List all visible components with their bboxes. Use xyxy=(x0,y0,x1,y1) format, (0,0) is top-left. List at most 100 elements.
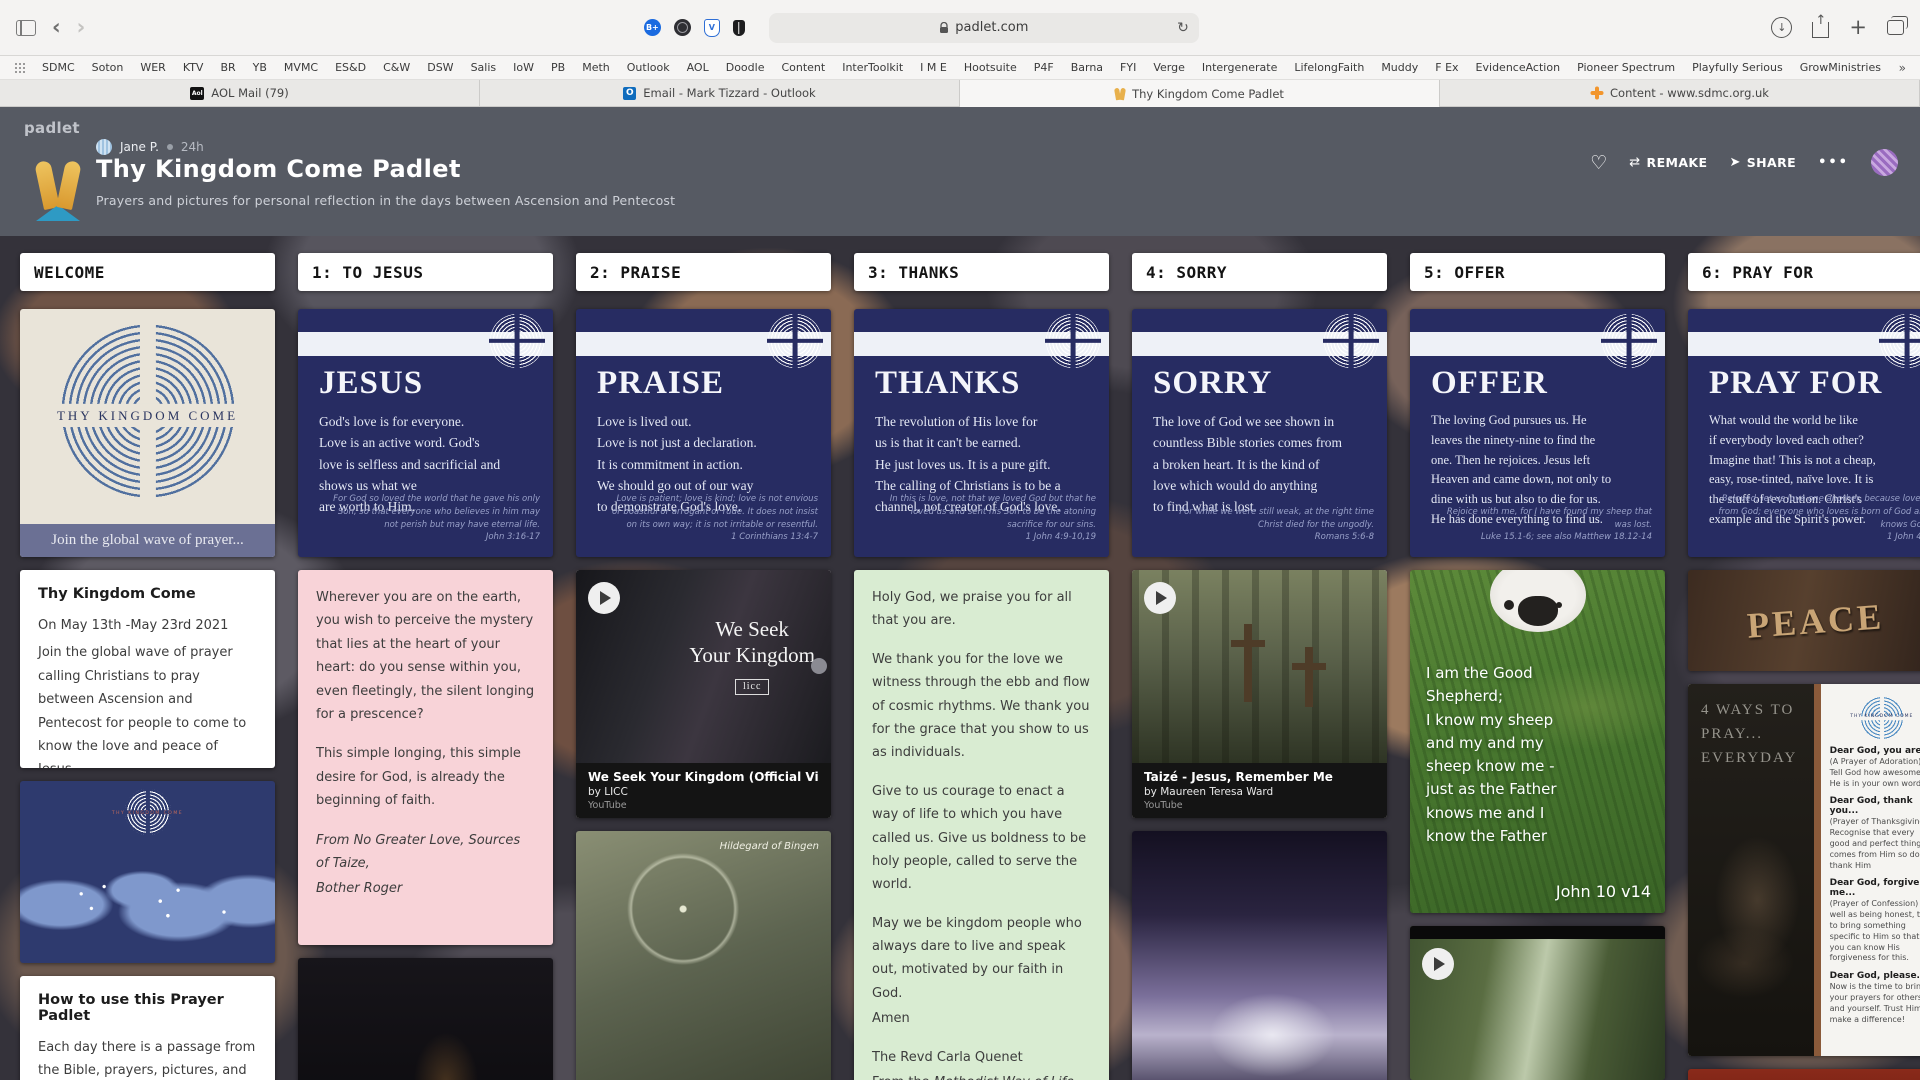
quote-source: Bother Roger xyxy=(316,877,535,900)
bookmark-item[interactable]: C&W xyxy=(383,61,410,74)
tab-overview-icon[interactable] xyxy=(1887,20,1904,35)
bookmark-item[interactable]: PB xyxy=(551,61,565,74)
tab-content-sdmc[interactable]: Content - www.sdmc.org.uk xyxy=(1440,80,1920,107)
scripture-quote: Beloved, let us love one another, becaus… xyxy=(1718,493,1920,544)
taize-video-card[interactable]: Taizé - Jesus, Remember Me by Maureen Te… xyxy=(1132,570,1387,818)
bookmark-item[interactable]: P4F xyxy=(1034,61,1054,74)
play-button-icon[interactable] xyxy=(588,582,620,614)
intro-text-card[interactable]: Thy Kingdom Come On May 13th -May 23rd 2… xyxy=(20,570,275,768)
bookmark-item[interactable]: BR xyxy=(220,61,235,74)
bookmark-item[interactable]: LifelongFaith xyxy=(1294,61,1364,74)
video-thumbnail[interactable] xyxy=(1132,570,1387,763)
bookmark-item[interactable]: KTV xyxy=(183,61,204,74)
lock-icon xyxy=(939,22,949,34)
cross-shape xyxy=(1244,624,1252,702)
bookmark-item[interactable]: Salis xyxy=(471,61,497,74)
stream-video-card[interactable] xyxy=(1410,926,1665,1080)
column-title: 4: SORRY xyxy=(1132,253,1387,291)
we-seek-video-card[interactable]: We Seek Your Kingdom licc We Seek Your K… xyxy=(576,570,831,818)
prayer-text-card[interactable]: Holy God, we praise you for all that you… xyxy=(854,570,1109,1080)
bookmark-item[interactable]: YB xyxy=(253,61,267,74)
abstract-image-card[interactable] xyxy=(1132,831,1387,1080)
more-options-button[interactable]: ••• xyxy=(1818,155,1849,170)
taize-quote-card[interactable]: Wherever you are on the earth, you wish … xyxy=(298,570,553,945)
remake-button[interactable]: ⇄REMAKE xyxy=(1629,155,1707,170)
bookmark-item[interactable]: Barna xyxy=(1071,61,1103,74)
peace-image-card[interactable]: PEACE xyxy=(1688,570,1920,671)
tab-padlet-active[interactable]: Thy Kingdom Come Padlet xyxy=(960,80,1440,107)
bookmark-item[interactable]: DSW xyxy=(427,61,453,74)
plant-image-card[interactable]: Hildegard of Bingen xyxy=(576,831,831,1080)
tab-outlook[interactable]: O Email - Mark Tizzard - Outlook xyxy=(480,80,960,107)
thanks-scripture-card[interactable]: THANKS The revolution of His love for us… xyxy=(854,309,1109,557)
bookmark-item[interactable]: WER xyxy=(140,61,165,74)
jesus-scripture-card[interactable]: JESUS God's love is for everyone. Love i… xyxy=(298,309,553,557)
play-button-icon[interactable] xyxy=(1422,948,1454,980)
bookmark-item[interactable]: Muddy xyxy=(1381,61,1418,74)
shield-check-extension-icon[interactable]: V xyxy=(704,19,720,37)
share-page-icon[interactable] xyxy=(1812,22,1829,38)
tkc-logo-image-card[interactable]: THY KINGDOM COME Join the global wave of… xyxy=(20,309,275,557)
good-shepherd-image-card[interactable]: I am the Good Shepherd; I know my sheep … xyxy=(1410,570,1665,913)
bookmark-item[interactable]: Pioneer Spectrum xyxy=(1577,61,1675,74)
verse-reference: 1 John 4:7 xyxy=(1718,531,1920,544)
like-heart-icon[interactable]: ♡ xyxy=(1590,152,1607,174)
back-button[interactable]: ‹ xyxy=(52,17,61,38)
downloads-icon[interactable]: ↓ xyxy=(1771,17,1792,38)
bookmark-item[interactable]: Playfully Serious xyxy=(1692,61,1783,74)
padlet-logo[interactable]: padlet xyxy=(24,119,80,137)
bookmark-item[interactable]: Doodle xyxy=(726,61,765,74)
bookmark-item[interactable]: Verge xyxy=(1153,61,1185,74)
bookmark-item[interactable]: I M E xyxy=(920,61,947,74)
reload-icon[interactable]: ↻ xyxy=(1177,20,1189,36)
bookmarks-overflow-chevron[interactable]: » xyxy=(1899,61,1906,75)
tab-aol-mail[interactable]: Aol AOL Mail (79) xyxy=(0,80,480,107)
sorry-scripture-card[interactable]: SORRY The love of God we see shown in co… xyxy=(1132,309,1387,557)
pray-for-scripture-card[interactable]: PRAY FOR What would the world be like if… xyxy=(1688,309,1920,557)
share-button[interactable]: ➤SHARE xyxy=(1729,155,1796,170)
four-ways-to-pray-card[interactable]: 4 WAYS TO PRAY... EVERYDAY THY KINGDOM C… xyxy=(1688,684,1920,1056)
bplus-extension-icon[interactable]: B+ xyxy=(644,19,661,36)
forward-button[interactable]: › xyxy=(77,17,86,38)
world-map-image-card[interactable]: THY KINGDOM COME xyxy=(20,781,275,963)
user-avatar[interactable] xyxy=(1871,149,1898,176)
bookmark-item[interactable]: Intergenerate xyxy=(1202,61,1277,74)
praying-hands-icon xyxy=(30,155,86,221)
favorites-grid-icon[interactable] xyxy=(14,62,25,73)
column-title: 6: PRAY FOR xyxy=(1688,253,1920,291)
sheep-stone xyxy=(1490,570,1586,632)
bookmark-item[interactable]: Content xyxy=(781,61,825,74)
bookmark-item[interactable]: FYI xyxy=(1120,61,1136,74)
card-text: Give to us courage to enact a way of lif… xyxy=(872,780,1091,897)
video-overlay-text: We Seek Your Kingdom licc xyxy=(689,616,815,695)
share-icon: ➤ xyxy=(1729,155,1740,170)
address-bar[interactable]: padlet.com ↻ xyxy=(769,13,1199,43)
bookmark-item[interactable]: SDMC xyxy=(42,61,75,74)
bookmark-item[interactable]: Hootsuite xyxy=(964,61,1017,74)
bookmark-item[interactable]: EvidenceAction xyxy=(1476,61,1561,74)
howto-text-card[interactable]: How to use this Prayer Padlet Each day t… xyxy=(20,976,275,1080)
praise-scripture-card[interactable]: PRAISE Love is lived out. Love is not ju… xyxy=(576,309,831,557)
dark-image-card[interactable] xyxy=(298,958,553,1080)
bookmark-item[interactable]: ES&D xyxy=(335,61,366,74)
bookmark-item[interactable]: Soton xyxy=(92,61,124,74)
card-heading: JESUS xyxy=(319,365,423,402)
offer-scripture-card[interactable]: OFFER The loving God pursues us. He leav… xyxy=(1410,309,1665,557)
licc-logo: licc xyxy=(735,679,769,696)
bookmark-item[interactable]: GrowMinistries xyxy=(1800,61,1881,74)
bookmark-item[interactable]: InterToolkit xyxy=(842,61,903,74)
globe-extension-icon[interactable] xyxy=(674,19,691,36)
partial-image-card[interactable] xyxy=(1688,1069,1920,1080)
bookmark-item[interactable]: F Ex xyxy=(1435,61,1458,74)
bookmark-item[interactable]: Outlook xyxy=(627,61,670,74)
sidebar-toggle-icon[interactable] xyxy=(16,20,36,36)
bookmark-item[interactable]: IoW xyxy=(513,61,534,74)
bookmark-item[interactable]: AOL xyxy=(687,61,709,74)
bookmark-item[interactable]: MVMC xyxy=(284,61,318,74)
column-title: 1: TO JESUS xyxy=(298,253,553,291)
bookmark-item[interactable]: Meth xyxy=(582,61,610,74)
play-button-icon[interactable] xyxy=(1144,582,1176,614)
new-tab-icon[interactable]: + xyxy=(1849,17,1867,38)
video-thumbnail[interactable]: We Seek Your Kingdom licc xyxy=(576,570,831,763)
privacy-shield-extension-icon[interactable] xyxy=(733,20,745,36)
